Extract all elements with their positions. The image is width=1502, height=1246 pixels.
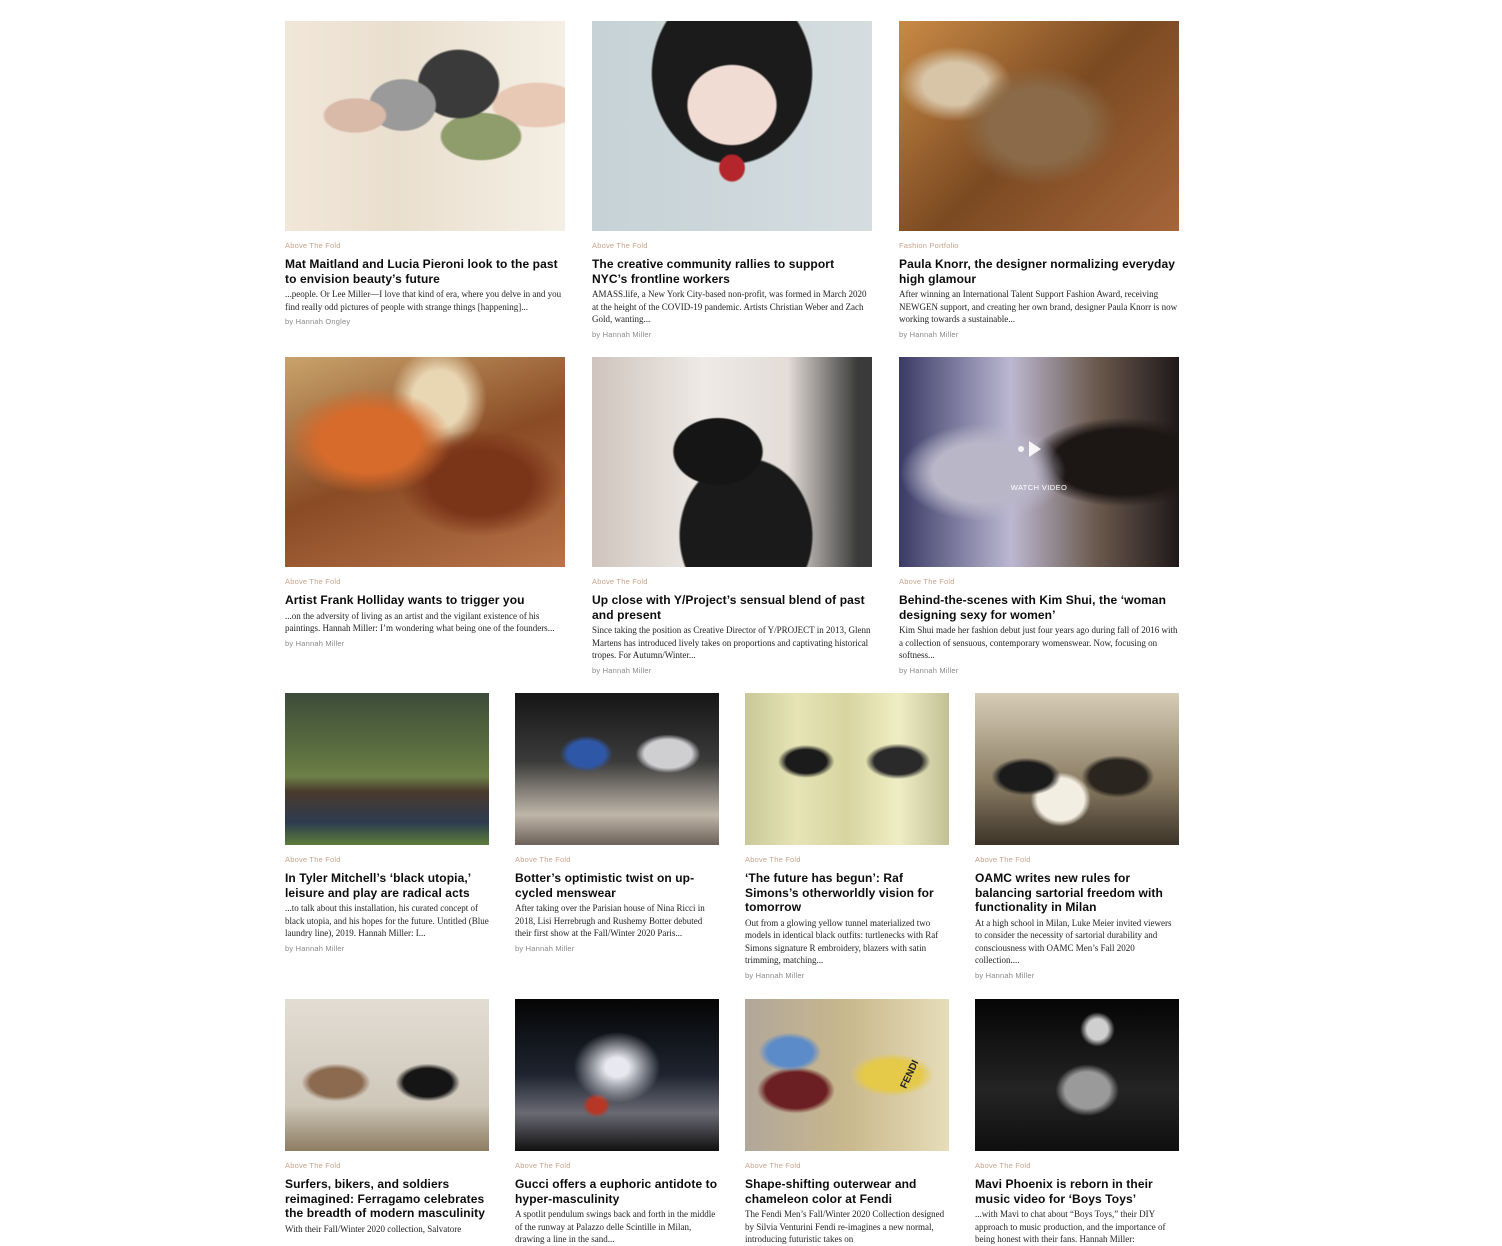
article-card[interactable]: Above The Fold Botter’s optimistic twist… — [515, 693, 719, 980]
article-title[interactable]: In Tyler Mitchell’s ‘black utopia,’ leis… — [285, 871, 489, 900]
article-thumbnail[interactable] — [285, 999, 489, 1151]
article-title[interactable]: Botter’s optimistic twist on up-cycled m… — [515, 871, 719, 900]
article-card[interactable]: Above The Fold Up close with Y/Project’s… — [592, 357, 872, 693]
article-category[interactable]: Above The Fold — [285, 1161, 489, 1170]
dot-icon — [1018, 446, 1024, 452]
article-excerpt: ...to talk about this installation, his … — [285, 903, 489, 939]
article-category[interactable]: Above The Fold — [975, 855, 1179, 864]
featured-grid: Above The Fold Mat Maitland and Lucia Pi… — [285, 21, 1179, 693]
article-excerpt: After winning an International Talent Su… — [899, 289, 1178, 325]
article-excerpt: A spotlit pendulum swings back and forth… — [515, 1209, 716, 1245]
article-author[interactable]: by Hannah Miller — [745, 971, 949, 980]
article-author[interactable]: by Hannah Miller — [592, 330, 872, 339]
article-category[interactable]: Above The Fold — [745, 1161, 949, 1170]
article-category[interactable]: Above The Fold — [285, 855, 489, 864]
article-excerpt: Kim Shui made her fashion debut just fou… — [899, 625, 1178, 661]
article-author[interactable]: by Hannah Ongley — [285, 317, 565, 326]
article-author[interactable]: by Hannah Miller — [285, 944, 489, 953]
article-category[interactable]: Above The Fold — [745, 855, 949, 864]
article-grid-row: Above The Fold Surfers, bikers, and sold… — [285, 999, 1179, 1246]
video-thumbnail[interactable]: WATCH VIDEO — [899, 357, 1179, 567]
article-title[interactable]: Behind-the-scenes with Kim Shui, the ‘wo… — [899, 593, 1179, 622]
article-category[interactable]: Above The Fold — [285, 577, 565, 586]
article-grid-page: Above The Fold Mat Maitland and Lucia Pi… — [0, 0, 1502, 1246]
article-title[interactable]: OAMC writes new rules for balancing sart… — [975, 871, 1179, 915]
article-excerpt: ...with Mavi to chat about “Boys Toys,” … — [975, 1209, 1166, 1245]
watch-video-label[interactable]: WATCH VIDEO — [899, 483, 1179, 492]
article-card[interactable]: Above The Fold Gucci offers a euphoric a… — [515, 999, 719, 1246]
article-excerpt: AMASS.life, a New York City-based non-pr… — [592, 289, 867, 325]
article-card[interactable]: Above The Fold The creative community ra… — [592, 21, 872, 357]
article-title[interactable]: Surfers, bikers, and soldiers reimagined… — [285, 1177, 489, 1221]
article-author[interactable]: by Hannah Miller — [899, 330, 1179, 339]
article-card[interactable]: Above The Fold Artist Frank Holliday wan… — [285, 357, 565, 693]
article-title[interactable]: Up close with Y/Project’s sensual blend … — [592, 593, 872, 622]
article-card[interactable]: Above The Fold OAMC writes new rules for… — [975, 693, 1179, 980]
article-author[interactable]: by Hannah Miller — [899, 666, 1179, 675]
article-author[interactable]: by Hannah Miller — [515, 944, 719, 953]
fendi-logo-text: FENDI — [898, 1058, 922, 1091]
article-excerpt: With their Fall/Winter 2020 collection, … — [285, 1223, 462, 1234]
article-card[interactable]: Above The Fold Mat Maitland and Lucia Pi… — [285, 21, 565, 357]
article-card[interactable]: WATCH VIDEO Above The Fold Behind-the-sc… — [899, 357, 1179, 693]
article-thumbnail[interactable] — [899, 21, 1179, 231]
article-category[interactable]: Above The Fold — [592, 577, 872, 586]
article-excerpt: At a high school in Milan, Luke Meier in… — [975, 917, 1172, 966]
article-card[interactable]: Above The Fold Surfers, bikers, and sold… — [285, 999, 489, 1246]
article-thumbnail[interactable] — [515, 999, 719, 1151]
article-title[interactable]: Gucci offers a euphoric antidote to hype… — [515, 1177, 719, 1206]
article-card[interactable]: Above The Fold Mavi Phoenix is reborn in… — [975, 999, 1179, 1246]
article-thumbnail[interactable] — [515, 693, 719, 845]
article-excerpt: Since taking the position as Creative Di… — [592, 625, 871, 661]
article-category[interactable]: Above The Fold — [515, 855, 719, 864]
article-author[interactable]: by Hannah Miller — [285, 639, 565, 648]
article-thumbnail[interactable] — [592, 21, 872, 231]
article-thumbnail[interactable]: FENDI — [745, 999, 949, 1151]
article-title[interactable]: ‘The future has begun’: Raf Simons’s oth… — [745, 871, 949, 915]
article-card[interactable]: Above The Fold ‘The future has begun’: R… — [745, 693, 949, 980]
article-thumbnail[interactable] — [592, 357, 872, 567]
article-thumbnail[interactable] — [745, 693, 949, 845]
article-card[interactable]: Fashion Portfolio Paula Knorr, the desig… — [899, 21, 1179, 357]
article-category[interactable]: Above The Fold — [285, 241, 565, 250]
article-author[interactable]: by Hannah Miller — [592, 666, 872, 675]
play-icon[interactable] — [1029, 441, 1041, 457]
article-excerpt: After taking over the Parisian house of … — [515, 903, 705, 939]
article-thumbnail[interactable] — [285, 693, 489, 845]
article-title[interactable]: Paula Knorr, the designer normalizing ev… — [899, 257, 1179, 286]
article-category[interactable]: Above The Fold — [899, 577, 1179, 586]
article-category[interactable]: Above The Fold — [592, 241, 872, 250]
article-thumbnail[interactable] — [285, 357, 565, 567]
article-title[interactable]: Shape-shifting outerwear and chameleon c… — [745, 1177, 949, 1206]
article-author[interactable]: by Hannah Miller — [975, 971, 1179, 980]
article-card[interactable]: FENDI Above The Fold Shape-shifting oute… — [745, 999, 949, 1246]
article-title[interactable]: Mavi Phoenix is reborn in their music vi… — [975, 1177, 1179, 1206]
article-title[interactable]: Artist Frank Holliday wants to trigger y… — [285, 593, 565, 608]
article-thumbnail[interactable] — [285, 21, 565, 231]
article-excerpt: Out from a glowing yellow tunnel materia… — [745, 917, 939, 966]
article-thumbnail[interactable] — [975, 999, 1179, 1151]
article-category[interactable]: Above The Fold — [515, 1161, 719, 1170]
article-title[interactable]: Mat Maitland and Lucia Pieroni look to t… — [285, 257, 565, 286]
article-category[interactable]: Above The Fold — [975, 1161, 1179, 1170]
article-card[interactable]: Above The Fold In Tyler Mitchell’s ‘blac… — [285, 693, 489, 980]
article-title[interactable]: The creative community rallies to suppor… — [592, 257, 872, 286]
article-category[interactable]: Fashion Portfolio — [899, 241, 1179, 250]
article-grid-row: Above The Fold In Tyler Mitchell’s ‘blac… — [285, 693, 1179, 980]
article-excerpt: The Fendi Men’s Fall/Winter 2020 Collect… — [745, 1209, 945, 1245]
article-excerpt: ...on the adversity of living as an arti… — [285, 610, 555, 634]
article-excerpt: ...people. Or Lee Miller—I love that kin… — [285, 289, 562, 312]
article-thumbnail[interactable] — [975, 693, 1179, 845]
